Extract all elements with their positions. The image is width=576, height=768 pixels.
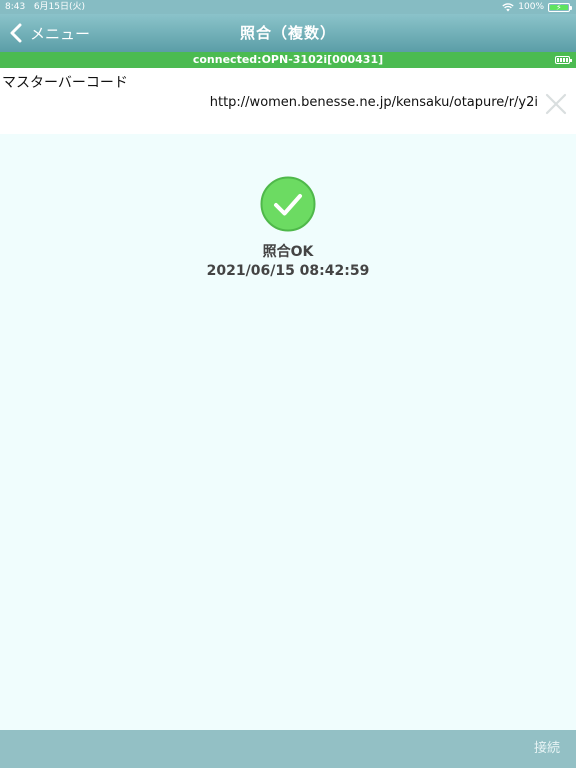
status-bar: 8:43 6月15日(火) 100% ⚡ — [0, 0, 576, 14]
battery-charging-icon: ⚡ — [548, 2, 572, 12]
page-title: 照合（複数） — [239, 24, 336, 42]
connection-status-bar: connected:OPN-3102i[000431] — [0, 52, 576, 68]
verification-result: 照合OK 2021/06/15 08:42:59 — [0, 176, 576, 279]
connection-status-text: connected:OPN-3102i[000431] — [192, 53, 384, 66]
master-barcode-value: http://women.benesse.ne.jp/kensaku/otapu… — [209, 95, 538, 110]
status-date: 6月15日(火) — [33, 2, 86, 12]
battery-percent: 100% — [518, 2, 544, 12]
device-battery-icon — [555, 56, 572, 64]
clear-icon[interactable] — [544, 92, 568, 116]
master-barcode-panel: マスターバーコード http://women.benesse.ne.jp/ken… — [0, 68, 576, 134]
result-status: 照合OK — [262, 244, 314, 260]
wifi-icon — [502, 2, 514, 11]
navigation-bar: メニュー 照合（複数） — [0, 14, 576, 52]
master-barcode-label: マスターバーコード — [2, 75, 128, 91]
result-timestamp: 2021/06/15 08:42:59 — [206, 263, 370, 279]
bottom-toolbar: 接続 — [0, 730, 576, 768]
check-circle-icon — [260, 176, 316, 232]
status-time: 8:43 — [5, 2, 26, 12]
connect-button[interactable]: 接続 — [534, 730, 560, 768]
